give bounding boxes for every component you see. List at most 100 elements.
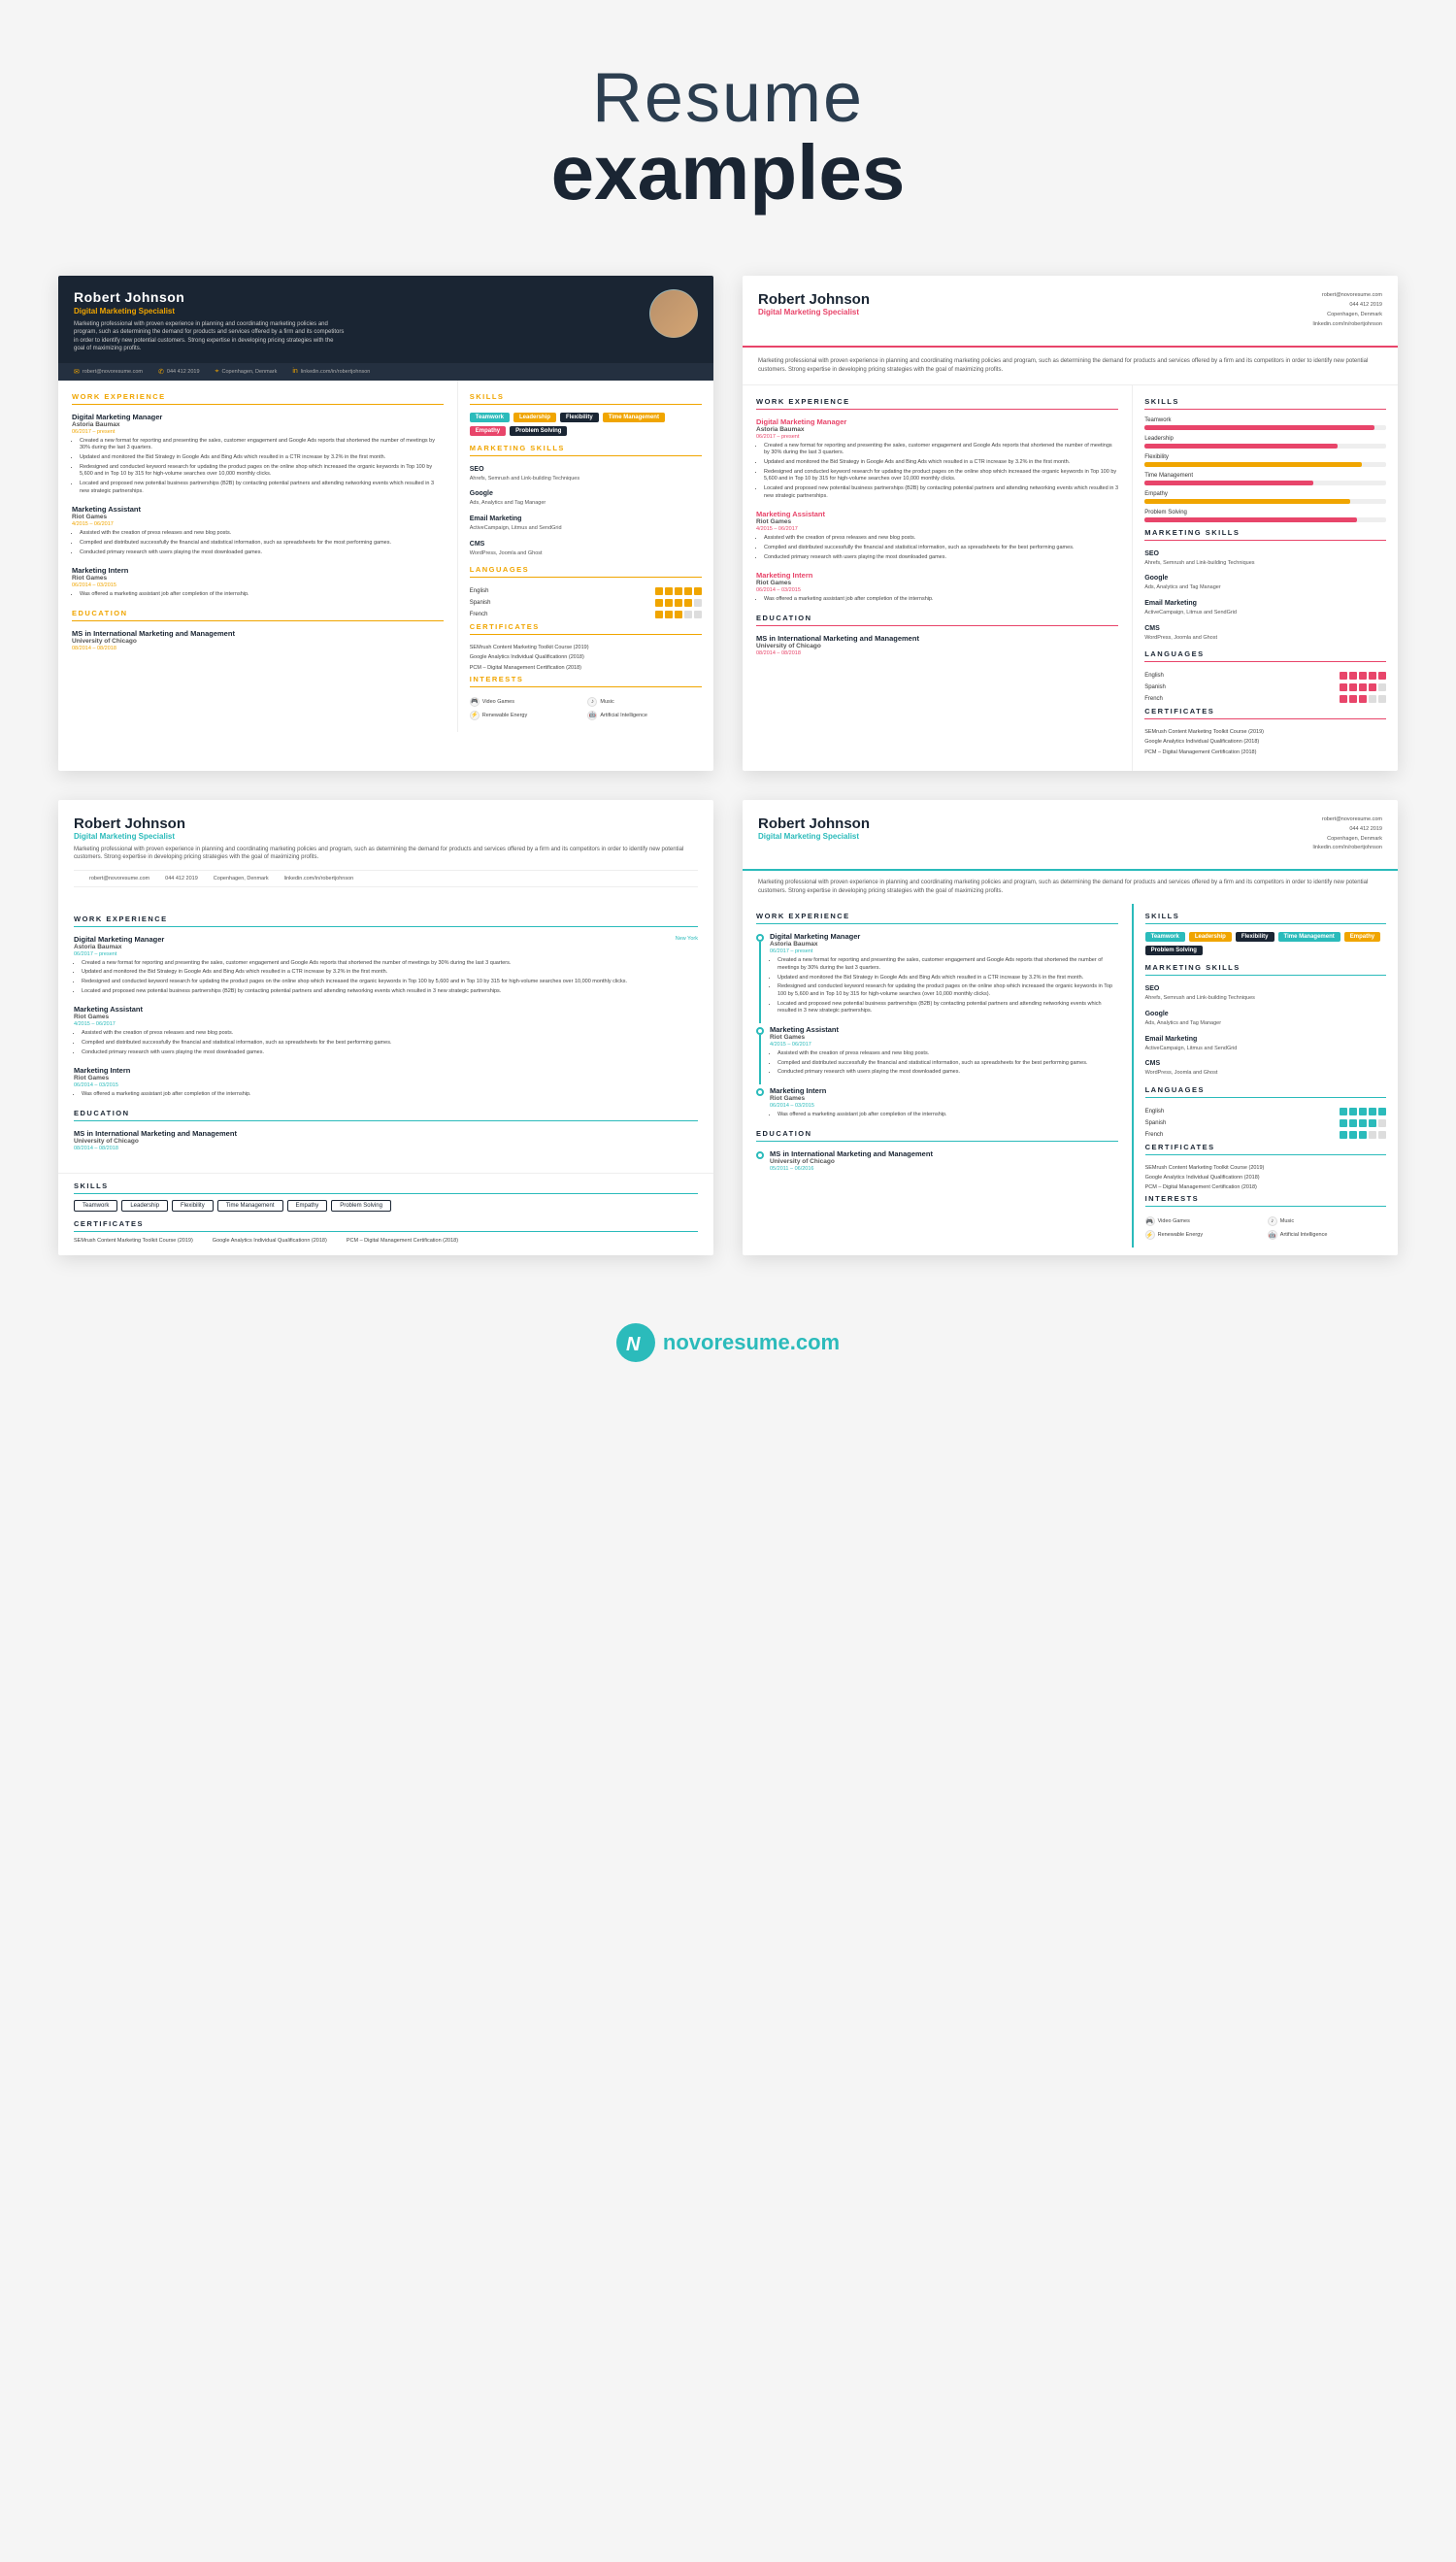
cert-3: PCM – Digital Management Certification (…	[470, 665, 702, 672]
resume1-contact-bar: ✉ robert@novoresume.com ✆ 044 412 2019 ⌖…	[58, 363, 713, 381]
bullet: Compiled and distributed successfully th…	[80, 540, 444, 548]
cert-1: SEMrush Content Marketing Toolkit Course…	[470, 645, 702, 651]
resume4-interests: 🎮 Video Games ♪ Music ⚡ Renewable Energy…	[1145, 1216, 1386, 1240]
bullet: Located and proposed new potential busin…	[80, 481, 444, 495]
bullet: Updated and monitored the Bid Strategy i…	[778, 975, 1118, 982]
resume2-title: Digital Marketing Specialist	[758, 308, 870, 316]
bullet: Created a new format for reporting and p…	[80, 438, 444, 452]
skill-leadership: Leadership	[121, 1200, 168, 1212]
timeline-dot-1	[756, 934, 764, 942]
ai-icon: 🤖	[1268, 1230, 1277, 1240]
bullet: Assisted with the creation of press rele…	[764, 535, 1118, 543]
resume3-linkedin: linkedin.com/in/robertjohnson	[284, 876, 354, 882]
resume1-header: Robert Johnson Digital Marketing Special…	[58, 276, 713, 363]
resume2-cert-section: CERTIFICATES	[1144, 707, 1386, 719]
resume1-main: WORK EXPERIENCE Digital Marketing Manage…	[58, 381, 458, 732]
resume2-job1-title: Digital Marketing Manager	[756, 417, 1118, 426]
resume3-edu-degree: MS in International Marketing and Manage…	[74, 1129, 698, 1138]
resume3-title: Digital Marketing Specialist	[74, 832, 698, 841]
resume2-lang-french: French	[1144, 695, 1386, 703]
resume3-cert-3: PCM – Digital Management Certification (…	[347, 1238, 458, 1245]
resume4-job2-bullets: Assisted with the creation of press rele…	[770, 1050, 1118, 1077]
resume3-job3-title: Marketing Intern	[74, 1066, 698, 1075]
resume4-edu-section: EDUCATION	[756, 1129, 1118, 1142]
skill-tag-empathy: Empathy	[470, 426, 506, 436]
resume1-edu-dates: 08/2014 – 08/2018	[72, 646, 444, 651]
resume1-lang-spanish: Spanish	[470, 599, 702, 607]
skill-tag-flexibility: Flexibility	[1236, 932, 1274, 942]
resume1-seo-title: SEO	[470, 466, 702, 473]
resume3-job-1: Digital Marketing Manager Astoria Baumax…	[74, 935, 698, 996]
resume1-body: WORK EXPERIENCE Digital Marketing Manage…	[58, 381, 713, 732]
resume2-edu-section: EDUCATION	[756, 614, 1118, 626]
bullet: Redesigned and conducted keyword researc…	[778, 983, 1118, 998]
resume4-job-3: Marketing Intern Riot Games 06/2014 – 03…	[756, 1086, 1118, 1119]
resume1-job2-dates: 4/2015 – 06/2017	[72, 521, 444, 527]
resume4-job3-company: Riot Games	[770, 1095, 1118, 1102]
resume2-work-section: WORK EXPERIENCE	[756, 397, 1118, 410]
resume2-edu-school: University of Chicago	[756, 643, 1118, 649]
phone-icon: ✆	[158, 368, 164, 376]
resume1-edu-degree: MS in International Marketing and Manage…	[72, 629, 444, 638]
resume1-job1-company: Astoria Baumax	[72, 421, 444, 428]
resume2-job-2: Marketing Assistant Riot Games 4/2015 – …	[756, 510, 1118, 561]
resume3-summary: Marketing professional with proven exper…	[74, 846, 698, 862]
skill-empathy: Empathy	[287, 1200, 328, 1212]
resume2-edu-dates: 08/2014 – 08/2018	[756, 650, 1118, 656]
resume4-edu-degree: MS in International Marketing and Manage…	[770, 1149, 1118, 1158]
interest-ai: 🤖 Artificial Intelligence	[587, 711, 702, 720]
resume3-job-2: Marketing Assistant Riot Games 4/2015 – …	[74, 1005, 698, 1056]
bullet: Assisted with the creation of press rele…	[80, 530, 444, 538]
resume1-google-text: Ads, Analytics and Tag Manager	[470, 500, 702, 508]
skill-teamwork: Teamwork	[74, 1200, 117, 1212]
resume-card-3: Robert Johnson Digital Marketing Special…	[58, 800, 713, 1255]
resume2-body: WORK EXPERIENCE Digital Marketing Manage…	[743, 385, 1398, 771]
resume4-name: Robert Johnson	[758, 815, 870, 832]
resume3-job3-company: Riot Games	[74, 1075, 698, 1081]
resume4-lang-english: English	[1145, 1108, 1386, 1115]
resume1-phone: ✆ 044 412 2019	[158, 368, 200, 376]
resume2-job1-dates: 06/2017 – present	[756, 434, 1118, 440]
skill-tag-timemanagement: Time Management	[1278, 932, 1340, 942]
logo-n-icon: N	[616, 1323, 655, 1362]
resume3-cert-2: Google Analytics Individual Qualificatio…	[213, 1238, 327, 1245]
resume4-body: WORK EXPERIENCE Digital Marketing Manage…	[743, 904, 1398, 1248]
resume2-edu-degree: MS in International Marketing and Manage…	[756, 634, 1118, 643]
skill-timemanagement: Time Management	[217, 1200, 283, 1212]
resume3-job3-bullets: Was offered a marketing assistant job af…	[74, 1091, 698, 1099]
resume4-main: WORK EXPERIENCE Digital Marketing Manage…	[743, 904, 1132, 1248]
resume3-email: robert@novoresume.com	[89, 876, 149, 882]
bullet: Created a new format for reporting and p…	[778, 957, 1118, 972]
resume4-mktg-section: MARKETING SKILLS	[1145, 963, 1386, 976]
skillbar-flexibility: Flexibility	[1144, 454, 1386, 467]
videogames-icon: 🎮	[470, 697, 480, 707]
novoresume-logo[interactable]: N novoresume.com	[616, 1323, 840, 1362]
resume3-phone: 044 412 2019	[165, 876, 198, 882]
resume2-job3-title: Marketing Intern	[756, 571, 1118, 580]
bullet: Conducted primary research with users pl…	[82, 1049, 698, 1057]
skill-problemsolving: Problem Solving	[331, 1200, 391, 1212]
bullet: Was offered a marketing assistant job af…	[82, 1091, 698, 1099]
skill-tag-teamwork: Teamwork	[1145, 932, 1185, 942]
resume1-interests-section: INTERESTS	[470, 675, 702, 687]
resume4-job1-company: Astoria Baumax	[770, 941, 1118, 948]
resume4-job2-title: Marketing Assistant	[770, 1025, 1118, 1034]
resume1-job1-dates: 06/2017 – present	[72, 429, 444, 435]
resume1-email-mktg: Email Marketing ActiveCampaign, Litmus a…	[470, 516, 702, 533]
resume1-name: Robert Johnson	[74, 289, 346, 305]
bullet: Conducted primary research with users pl…	[80, 549, 444, 557]
resume1-job1-title: Digital Marketing Manager	[72, 413, 444, 421]
resume2-lang-english: English	[1144, 672, 1386, 680]
resume1-job3-dates: 06/2014 – 03/2015	[72, 582, 444, 588]
bullet: Conducted primary research with users pl…	[764, 554, 1118, 562]
resume2-job3-company: Riot Games	[756, 580, 1118, 586]
resume1-edu-section: EDUCATION	[72, 609, 444, 621]
resume3-cert-label: CERTIFICATES	[74, 1219, 698, 1232]
interest-ai: 🤖 Artificial Intelligence	[1268, 1230, 1386, 1240]
page-footer: N novoresume.com	[0, 1294, 1456, 1391]
resume3-edu-school: University of Chicago	[74, 1138, 698, 1145]
resume4-emailmktg: Email Marketing ActiveCampaign, Litmus a…	[1145, 1036, 1386, 1053]
resume1-location: ⌖ Copenhagen, Denmark	[215, 368, 278, 376]
resume3-header: Robert Johnson Digital Marketing Special…	[58, 800, 713, 903]
resume3-job1-title: Digital Marketing Manager	[74, 935, 164, 944]
